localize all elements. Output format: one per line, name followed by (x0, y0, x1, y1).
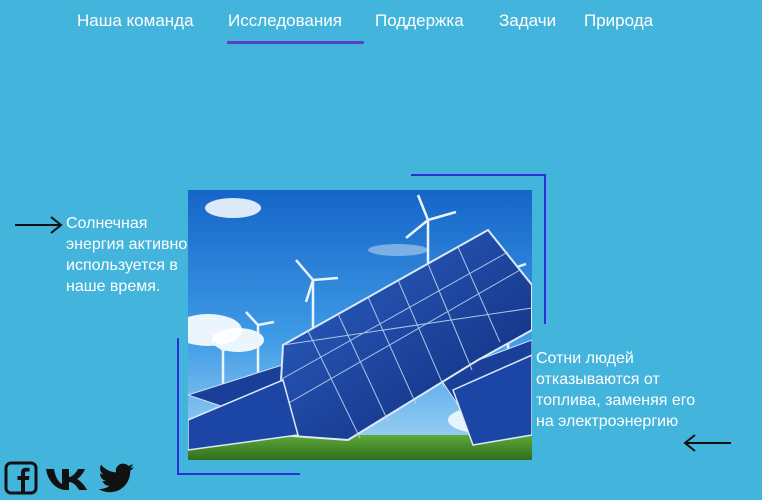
frame-line-bottom (177, 473, 300, 475)
frame-line-left (177, 338, 179, 475)
frame-line-top (411, 174, 546, 176)
nav-item-tasks[interactable]: Задачи (499, 10, 556, 32)
nav-item-team[interactable]: Наша команда (77, 10, 194, 32)
page: Наша команда Исследования Поддержка Зада… (0, 0, 762, 500)
arrow-left-icon (683, 434, 731, 452)
top-nav: Наша команда Исследования Поддержка Зада… (0, 10, 762, 44)
active-nav-underline (227, 41, 364, 44)
nav-item-nature[interactable]: Природа (584, 10, 653, 32)
vk-icon[interactable] (44, 461, 92, 495)
frame-line-right (544, 174, 546, 324)
facebook-icon[interactable] (4, 461, 38, 495)
solar-panels-photo (188, 190, 532, 460)
nav-item-research[interactable]: Исследования (228, 10, 342, 32)
arrow-right-icon (15, 216, 63, 234)
twitter-icon[interactable] (96, 461, 136, 495)
caption-solar-energy: Солнечная энергия активно используется в… (66, 215, 188, 295)
caption-people-fuel: Сотни людей отказываются от топлива, зам… (536, 350, 696, 430)
nav-item-support[interactable]: Поддержка (375, 10, 464, 32)
